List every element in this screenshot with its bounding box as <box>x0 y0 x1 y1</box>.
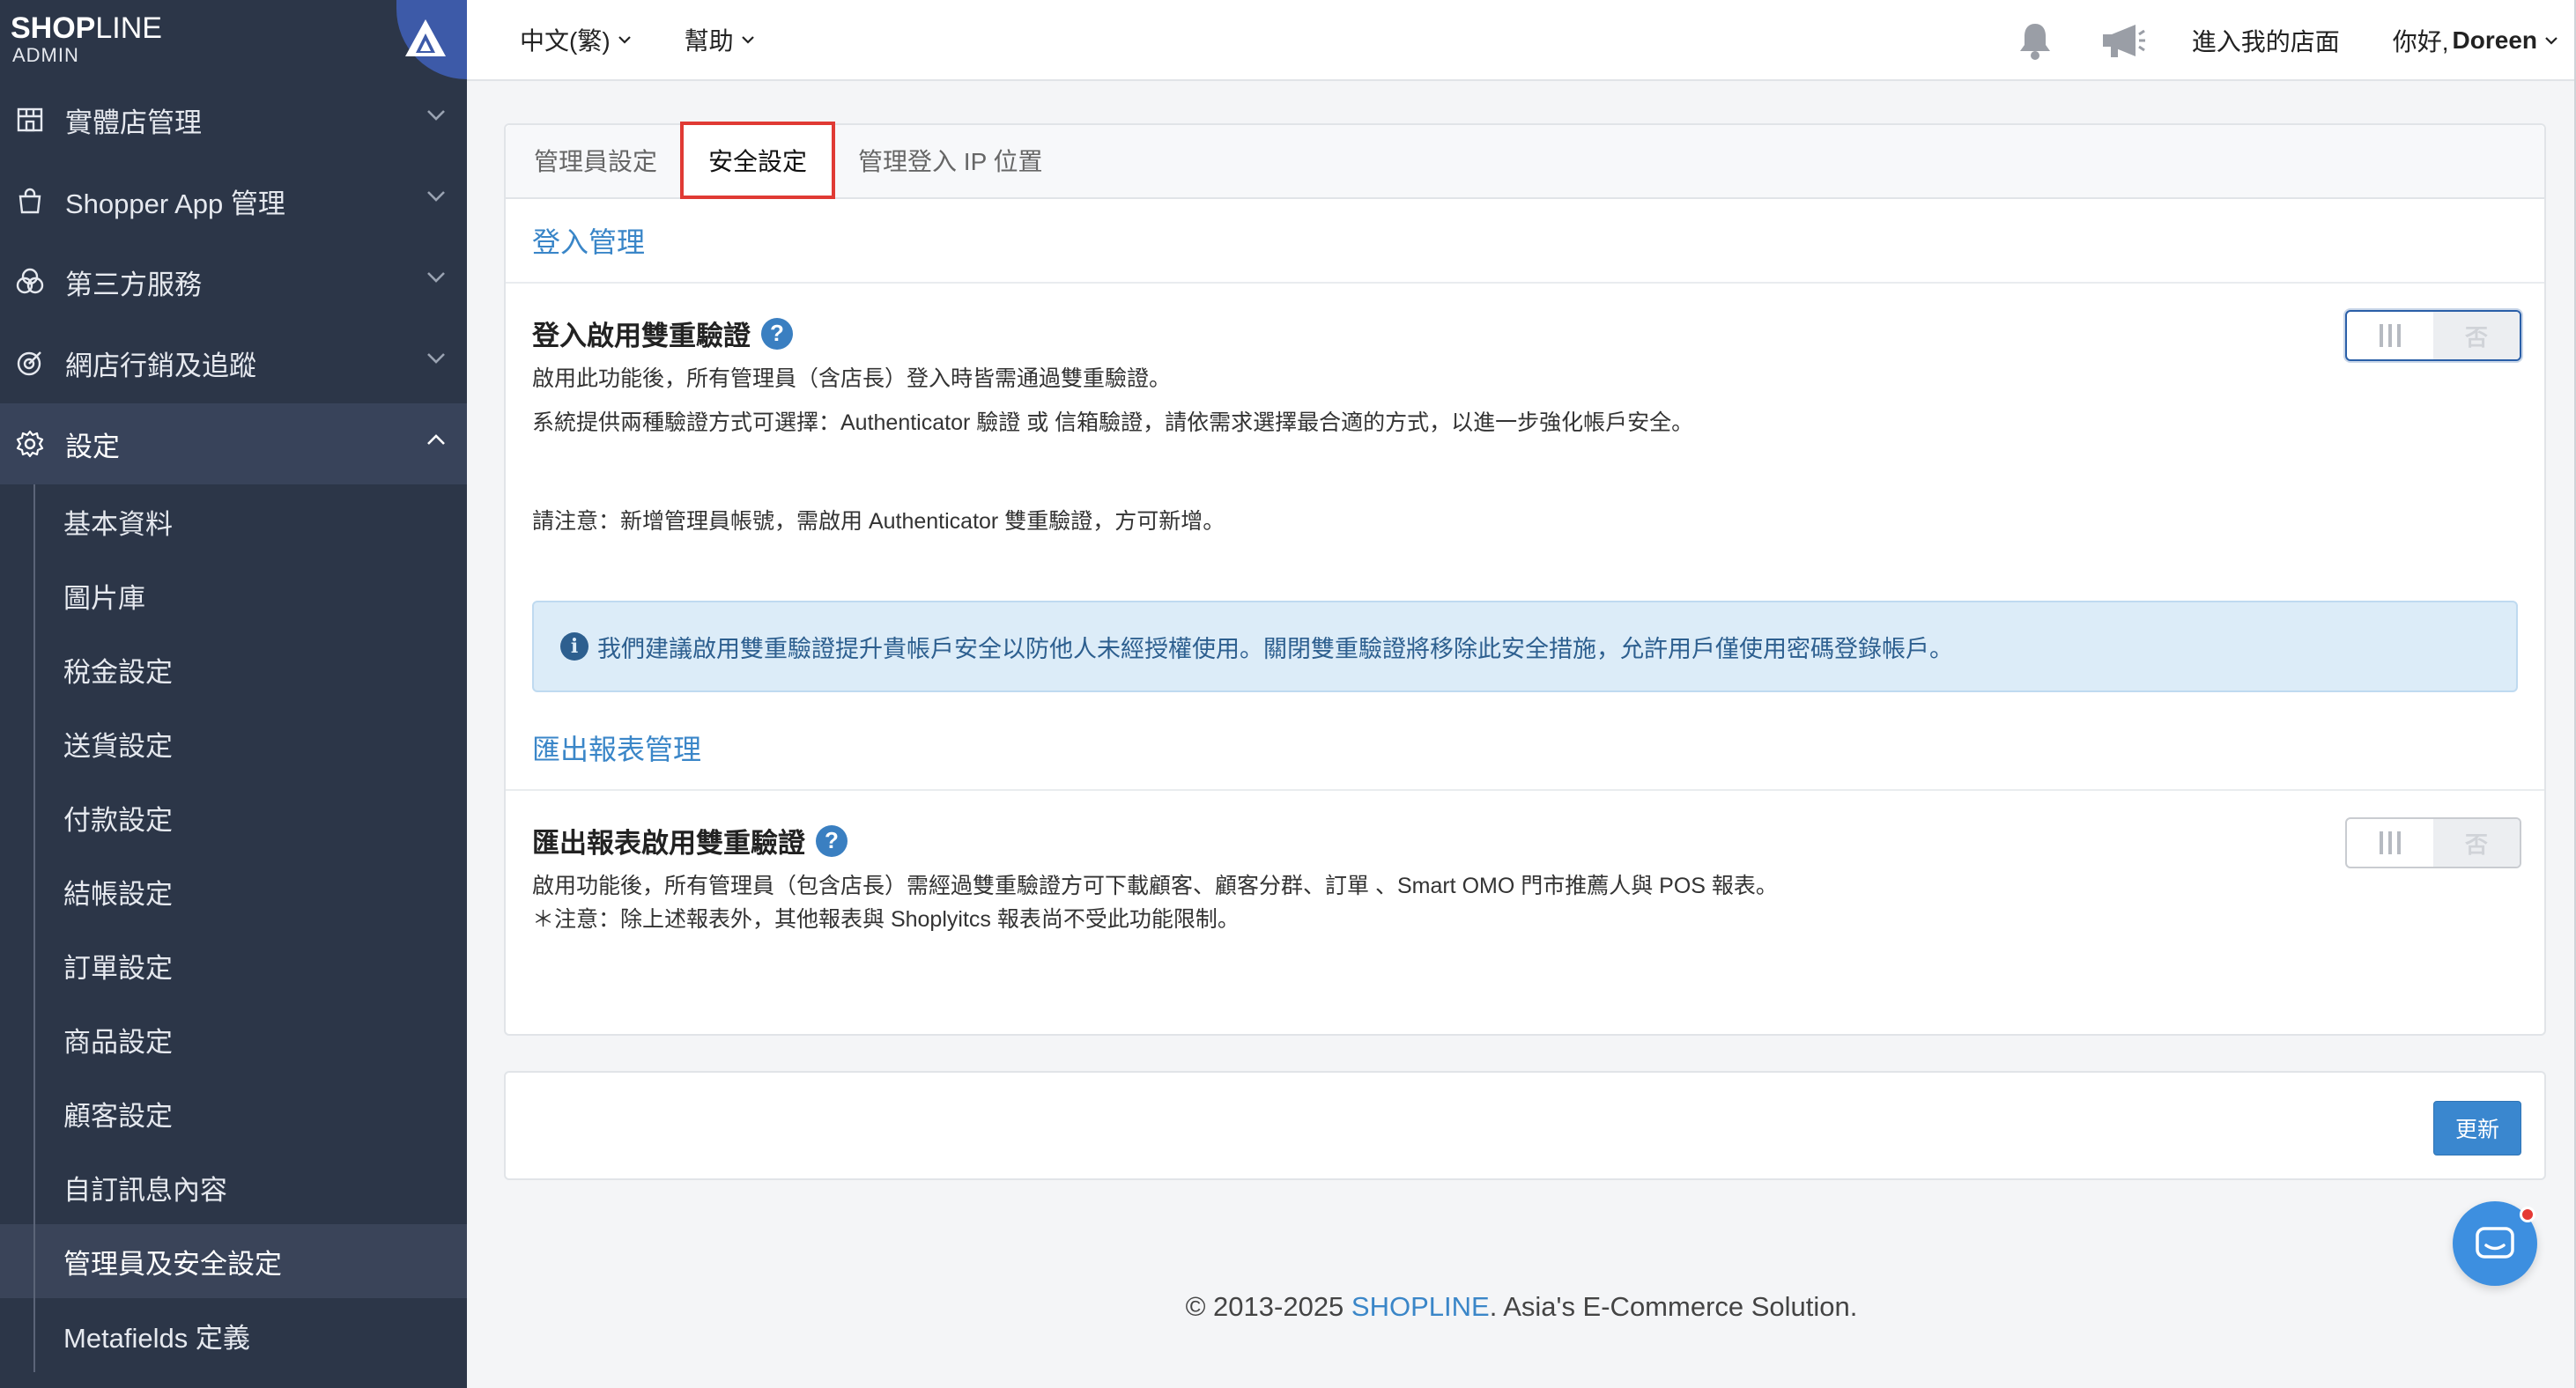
export-2fa-title: 匯出報表啟用雙重驗證 <box>532 828 805 859</box>
chevron-down-icon <box>427 191 445 202</box>
sidebar-subitem-product[interactable]: 商品設定 <box>0 1002 467 1076</box>
sidebar-subitem-admin-security[interactable]: 管理員及安全設定 <box>0 1224 467 1298</box>
login-2fa-title: 登入啟用雙重驗證 <box>532 321 751 351</box>
sidebar-item-label: 第三方服務 <box>65 269 202 300</box>
sidebar: SHOPLINE ADMIN 實體店管理 Shopper App 管理 第三方服… <box>0 0 467 1388</box>
update-button[interactable]: 更新 <box>2433 1101 2521 1155</box>
sidebar-subitem-tax[interactable]: 稅金設定 <box>0 632 467 706</box>
sidebar-subitem-order[interactable]: 訂單設定 <box>0 928 467 1002</box>
store-icon <box>14 104 46 136</box>
login-2fa-setting: 登入啟用雙重驗證 ? 啟用此功能後，所有管理員（含店長）登入時皆需通過雙重驗證。… <box>506 284 2544 601</box>
sidebar-subitem-customer[interactable]: 顧客設定 <box>0 1076 467 1150</box>
shopline-logo[interactable]: SHOPLINE <box>11 12 162 44</box>
sidebar-subitem-payment[interactable]: 付款設定 <box>0 780 467 854</box>
copyright: © 2013-2025 SHOPLINE. Asia's E-Commerce … <box>1185 1291 1858 1322</box>
chevron-down-icon <box>741 36 754 44</box>
security-info-alert: i 我們建議啟用雙重驗證提升貴帳戶安全以防他人未經授權使用。關閉雙重驗證將移除此… <box>532 601 2518 692</box>
chat-icon <box>2476 1227 2514 1259</box>
actions-card: 更新 <box>504 1071 2546 1180</box>
export-2fa-setting: 匯出報表啟用雙重驗證 ? 啟用功能後，所有管理員（包含店長）需經過雙重驗證方可下… <box>506 791 2544 936</box>
login-management-title: 登入管理 <box>506 199 2544 284</box>
info-icon: i <box>560 632 588 661</box>
login-2fa-methods: 系統提供兩種驗證方式可選擇：Authenticator 驗證 或 信箱驗證，請依… <box>532 410 1694 435</box>
shopline-link[interactable]: SHOPLINE <box>1351 1291 1490 1322</box>
app-mark-icon <box>405 19 446 56</box>
settings-submenu: 基本資料 圖片庫 稅金設定 送貨設定 付款設定 結帳設定 訂單設定 商品設定 顧… <box>0 484 467 1372</box>
export-2fa-toggle[interactable]: 否 <box>2345 817 2521 868</box>
brand-subtitle: ADMIN <box>12 44 79 66</box>
tab-admin-settings[interactable]: 管理員設定 <box>527 123 680 197</box>
sidebar-collapse-button[interactable] <box>396 0 467 79</box>
toggle-handle <box>2347 819 2433 867</box>
gear-icon <box>14 428 46 460</box>
toggle-handle <box>2347 312 2433 359</box>
chevron-down-icon <box>427 353 445 364</box>
sidebar-subitem-metafields[interactable]: Metafields 定義 <box>0 1298 467 1372</box>
security-settings-card: 管理員設定 安全設定 管理登入 IP 位置 登入管理 登入啟用雙重驗證 ? 啟用… <box>504 122 2546 1036</box>
sidebar-item-label: 實體店管理 <box>65 107 202 138</box>
main-content: 管理員設定 安全設定 管理登入 IP 位置 登入管理 登入啟用雙重驗證 ? 啟用… <box>467 81 2576 1388</box>
help-label: 幫助 <box>684 27 734 55</box>
sidebar-item-third-party[interactable]: 第三方服務 <box>0 241 467 322</box>
shopping-bag-icon <box>14 185 46 217</box>
sidebar-subitem-image-library[interactable]: 圖片庫 <box>0 558 467 632</box>
language-label: 中文(繁) <box>520 27 611 55</box>
chat-unread-badge <box>2520 1207 2535 1222</box>
login-2fa-desc: 啟用此功能後，所有管理員（含店長）登入時皆需通過雙重驗證。 <box>532 366 1172 391</box>
help-dropdown[interactable]: 幫助 <box>685 22 755 57</box>
help-icon[interactable]: ? <box>816 824 848 857</box>
alert-text: 我們建議啟用雙重驗證提升貴帳戶安全以防他人未經授權使用。關閉雙重驗證將移除此安全… <box>597 635 1953 662</box>
chevron-down-icon <box>427 110 445 121</box>
chevron-up-icon <box>427 434 445 445</box>
sidebar-item-shopper-app[interactable]: Shopper App 管理 <box>0 160 467 241</box>
tab-security-settings[interactable]: 安全設定 <box>680 122 836 199</box>
language-dropdown[interactable]: 中文(繁) <box>520 22 632 57</box>
settings-tabs: 管理員設定 安全設定 管理登入 IP 位置 <box>506 122 2544 199</box>
announcements-button[interactable] <box>2100 22 2146 59</box>
tab-login-ip[interactable]: 管理登入 IP 位置 <box>835 123 1066 197</box>
chevron-down-icon <box>618 36 631 44</box>
user-name: Doreen <box>2452 26 2537 54</box>
target-icon <box>14 347 46 379</box>
sidebar-item-retail-store[interactable]: 實體店管理 <box>0 79 467 160</box>
visit-storefront-link[interactable]: 進入我的店面 <box>2192 23 2340 58</box>
greeting-label: 你好, <box>2392 28 2449 55</box>
megaphone-icon <box>2102 25 2145 57</box>
sidebar-subitem-custom-message[interactable]: 自訂訊息內容 <box>0 1150 467 1224</box>
chevron-down-icon <box>427 272 445 283</box>
login-2fa-note: 請注意：新增管理員帳號，需啟用 Authenticator 雙重驗證，方可新增。 <box>532 509 1225 534</box>
export-2fa-note: ＊注意：除上述報表外，其他報表與 Shoplyitcs 報表尚不受此功能限制。 <box>532 907 1240 932</box>
sidebar-subitem-checkout[interactable]: 結帳設定 <box>0 854 467 928</box>
user-menu-dropdown[interactable]: 你好, Doreen <box>2393 23 2558 58</box>
sidebar-item-label: Shopper App 管理 <box>65 188 285 219</box>
sidebar-subitem-basic-info[interactable]: 基本資料 <box>0 484 467 558</box>
toggle-off-label: 否 <box>2433 312 2520 359</box>
bell-icon <box>2019 24 2050 60</box>
sidebar-item-marketing[interactable]: 網店行銷及追蹤 <box>0 322 467 403</box>
notifications-button[interactable] <box>2016 20 2054 61</box>
export-2fa-desc: 啟用功能後，所有管理員（包含店長）需經過雙重驗證方可下載顧客、顧客分群、訂單 、… <box>532 874 1778 898</box>
brand-header: SHOPLINE ADMIN <box>0 0 467 79</box>
help-icon[interactable]: ? <box>761 317 793 350</box>
sidebar-item-label: 設定 <box>65 431 120 462</box>
sidebar-subitem-delivery[interactable]: 送貨設定 <box>0 706 467 780</box>
login-2fa-toggle[interactable]: 否 <box>2345 310 2521 361</box>
integrations-icon <box>14 266 46 298</box>
top-bar: 中文(繁) 幫助 進入我的店面 你好, Doreen <box>467 0 2576 81</box>
sidebar-item-label: 網店行銷及追蹤 <box>65 350 256 381</box>
export-management-title: 匯出報表管理 <box>506 706 2544 791</box>
chevron-down-icon <box>2545 37 2557 45</box>
sidebar-item-settings[interactable]: 設定 <box>0 403 467 484</box>
toggle-off-label: 否 <box>2433 819 2520 867</box>
